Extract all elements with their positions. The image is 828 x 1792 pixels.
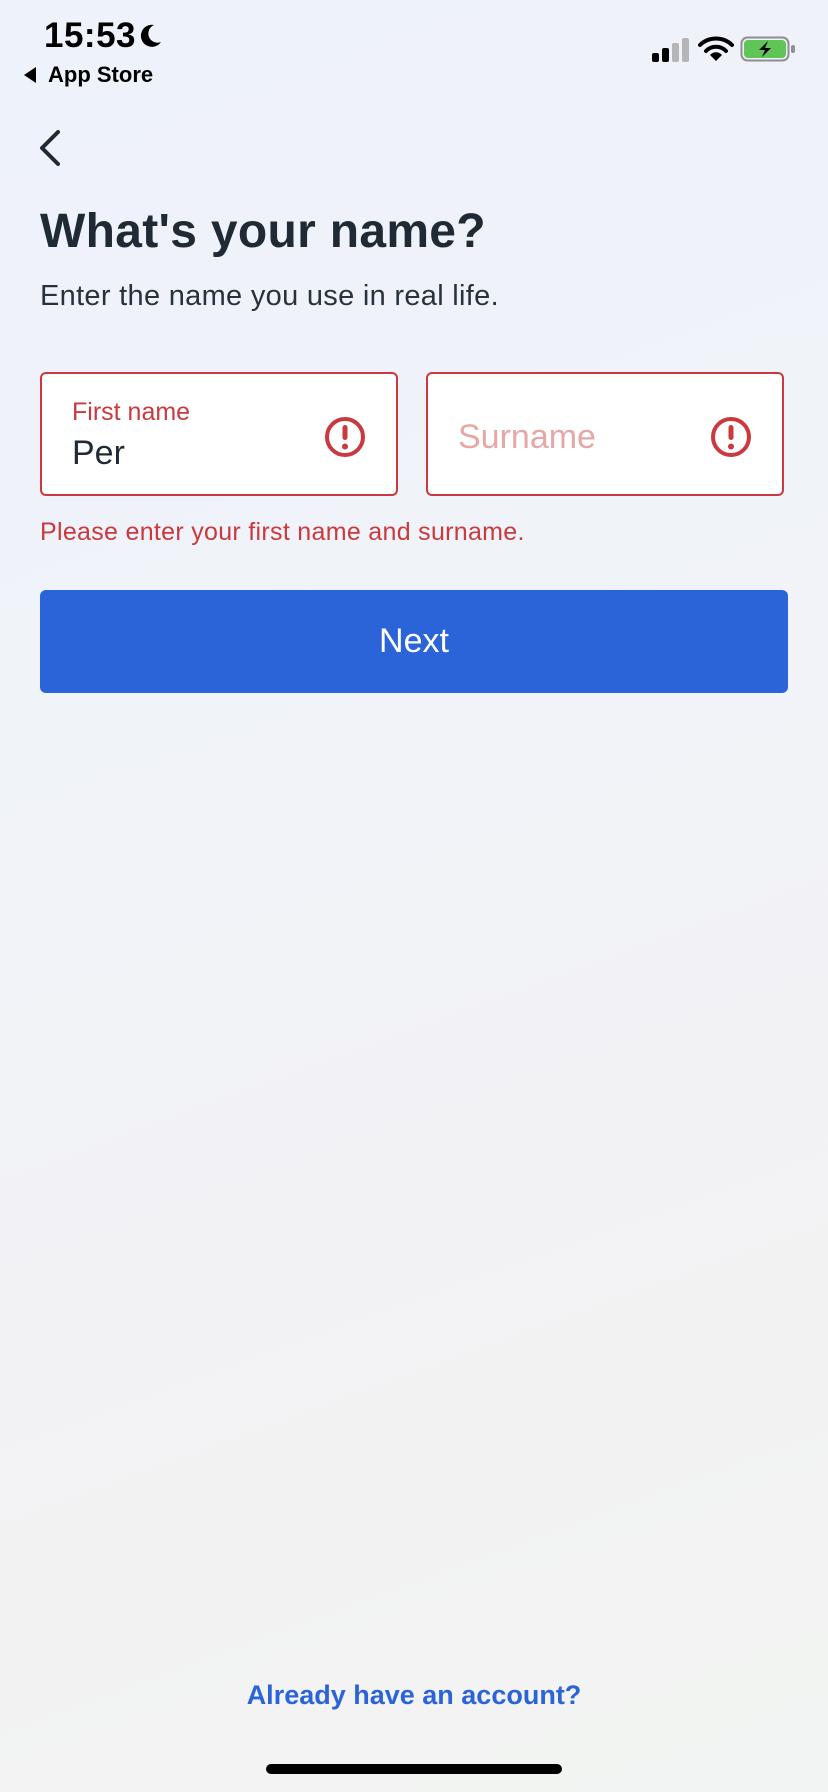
already-have-account-link[interactable]: Already have an account?	[0, 1680, 828, 1711]
cellular-signal-icon	[652, 38, 689, 62]
status-time: 15:53	[44, 16, 137, 55]
chevron-left-icon[interactable]	[32, 124, 72, 172]
first-name-input[interactable]	[72, 434, 312, 473]
surname-placeholder: Surname	[458, 418, 596, 456]
alert-circle-icon	[325, 417, 365, 457]
validation-error-message: Please enter your first name and surname…	[40, 518, 525, 546]
battery-charging-icon	[740, 36, 795, 62]
page-title: What's your name?	[40, 205, 486, 258]
first-name-field[interactable]: First name	[40, 372, 398, 496]
alert-circle-icon	[711, 417, 751, 457]
surname-field[interactable]: Surname	[426, 372, 784, 496]
page-subtitle: Enter the name you use in real life.	[40, 280, 499, 312]
moon-icon	[140, 24, 161, 47]
back-triangle-icon	[24, 67, 36, 83]
status-bar: 15:53 App Store	[0, 0, 828, 96]
wifi-icon	[698, 36, 734, 61]
back-app-label: App Store	[48, 62, 154, 87]
home-indicator[interactable]	[266, 1764, 562, 1774]
back-to-app-store[interactable]: App Store	[24, 62, 153, 88]
next-button[interactable]: Next	[40, 590, 788, 693]
first-name-label: First name	[72, 398, 191, 426]
